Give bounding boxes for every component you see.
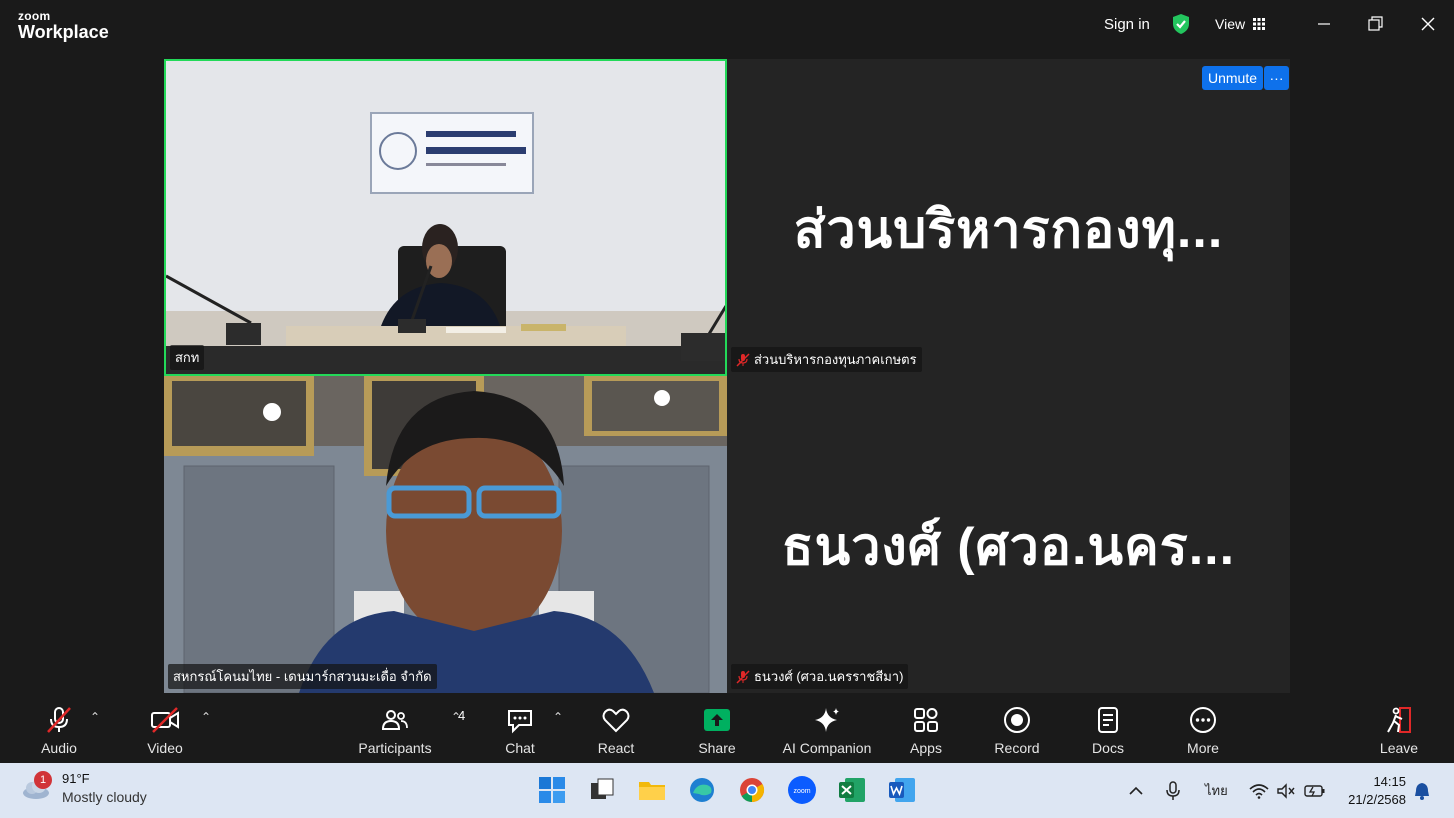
view-menu-button[interactable]: View: [1215, 0, 1266, 48]
apps-icon: [914, 708, 938, 732]
participant-video-feed: [164, 376, 727, 693]
participant-name: ธนวงศ์ (ศวอ.นครราชสีมา): [754, 669, 904, 684]
mic-muted-icon: [736, 352, 750, 367]
weather-description: Mostly cloudy: [62, 789, 147, 805]
video-off-icon: [151, 707, 179, 733]
leave-label: Leave: [1379, 740, 1419, 756]
react-button[interactable]: React: [561, 704, 671, 756]
close-window-icon[interactable]: [1418, 14, 1438, 34]
ai-companion-button[interactable]: AI Companion: [772, 704, 882, 756]
heart-icon: [602, 708, 630, 733]
video-tile-participant[interactable]: สหกรณ์โคนมไทย - เดนมาร์กสวนมะเดื่อ จำกัด: [164, 376, 727, 693]
participant-name: ส่วนบริหารกองทุนภาคเกษตร: [754, 352, 917, 367]
tile-more-options-button[interactable]: ···: [1264, 66, 1289, 90]
apps-label: Apps: [910, 740, 942, 756]
participant-name-label: สกท: [170, 345, 205, 370]
mic-muted-icon: [47, 707, 71, 733]
brand-top: zoom: [18, 9, 51, 23]
docs-button[interactable]: Docs: [1053, 704, 1163, 756]
task-view-icon[interactable]: [587, 775, 617, 805]
share-screen-icon: [704, 709, 730, 731]
participant-name-label: ธนวงศ์ (ศวอ.นครราชสีมา): [731, 664, 909, 689]
meeting-toolbar: Audio ⌃ Video ⌃ 4 Participants ⌃ Chat ⌃ …: [0, 696, 1454, 762]
sign-in-link[interactable]: Sign in: [1104, 0, 1150, 48]
share-label: Share: [698, 740, 736, 756]
meeting-stage: สกท ส่วนบริหารกองทุ... ส่วนบริหารกองทุนภ…: [164, 59, 1290, 693]
audio-options-chevron-up-icon[interactable]: ⌃: [90, 710, 100, 724]
participant-name: สหกรณ์โคนมไทย - เดนมาร์กสวนมะเดื่อ จำกัด: [173, 669, 432, 684]
share-button[interactable]: Share: [662, 704, 772, 756]
participants-icon: [381, 710, 408, 730]
more-label: More: [1187, 740, 1219, 756]
participant-name: สกท: [175, 350, 200, 365]
ai-companion-label: AI Companion: [782, 740, 872, 756]
video-tile-name-only[interactable]: ธนวงศ์ (ศวอ.นคร... ธนวงศ์ (ศวอ.นครราชสีม…: [727, 376, 1290, 693]
battery-icon[interactable]: [1304, 763, 1326, 818]
system-clock[interactable]: 14:15 21/2/2568: [1340, 773, 1406, 809]
more-icon: [1190, 707, 1216, 733]
audio-label: Audio: [41, 740, 77, 756]
react-label: React: [597, 740, 635, 756]
video-tile-name-only[interactable]: ส่วนบริหารกองทุ... ส่วนบริหารกองทุนภาคเก…: [727, 59, 1290, 376]
clock-date: 21/2/2568: [1348, 792, 1406, 807]
leave-button[interactable]: Leave: [1344, 704, 1454, 756]
wifi-icon[interactable]: [1249, 763, 1269, 818]
participant-display-name: ธนวงศ์ (ศวอ.นคร...: [781, 518, 1236, 576]
weather-notification-badge: 1: [34, 771, 52, 789]
edge-browser-icon[interactable]: [687, 775, 717, 805]
excel-icon[interactable]: [837, 775, 867, 805]
restore-window-icon[interactable]: [1366, 14, 1386, 34]
show-hidden-icons-chevron-up-icon[interactable]: [1128, 763, 1144, 818]
zoom-app-icon[interactable]: zoom: [787, 775, 817, 805]
participants-options-chevron-up-icon[interactable]: ⌃: [451, 710, 461, 724]
zoom-logo: zoom Workplace: [18, 10, 109, 41]
docs-label: Docs: [1092, 740, 1124, 756]
more-button[interactable]: More: [1148, 704, 1258, 756]
view-label: View: [1215, 16, 1246, 32]
participant-name-label: ส่วนบริหารกองทุนภาคเกษตร: [731, 347, 922, 372]
minimize-window-icon[interactable]: [1314, 14, 1334, 34]
participants-button[interactable]: 4 Participants: [340, 704, 465, 756]
clock-time: 14:15: [1373, 774, 1406, 789]
word-icon[interactable]: [887, 775, 917, 805]
notification-bell-icon[interactable]: [1413, 763, 1431, 818]
video-label: Video: [147, 740, 183, 756]
grid-icon: [1253, 18, 1266, 30]
record-label: Record: [994, 740, 1040, 756]
document-icon: [1098, 707, 1118, 733]
volume-muted-icon[interactable]: [1276, 763, 1296, 818]
svg-text:zoom: zoom: [793, 788, 810, 795]
os-taskbar: 91°F Mostly cloudy 1 zoom ไทย 14:15 21/2…: [0, 763, 1454, 818]
file-explorer-icon[interactable]: [637, 775, 667, 805]
participant-name-label: สหกรณ์โคนมไทย - เดนมาร์กสวนมะเดื่อ จำกัด: [168, 664, 437, 689]
video-tile-active-speaker[interactable]: สกท: [164, 59, 727, 376]
brand-bottom: Workplace: [18, 22, 109, 42]
windows-start-icon[interactable]: [537, 775, 567, 805]
participants-label: Participants: [358, 740, 432, 756]
input-language-indicator[interactable]: ไทย: [1205, 763, 1228, 818]
record-icon: [1004, 707, 1030, 733]
sparkle-icon: [815, 708, 839, 732]
chat-icon: [508, 710, 532, 734]
chat-label: Chat: [505, 740, 535, 756]
chrome-browser-icon[interactable]: [737, 775, 767, 805]
leave-icon: [1387, 707, 1411, 733]
participant-display-name: ส่วนบริหารกองทุ...: [793, 201, 1224, 259]
title-bar: zoom Workplace Sign in View: [0, 0, 1454, 52]
microphone-tray-icon[interactable]: [1165, 763, 1181, 818]
weather-temperature: 91°F: [62, 771, 90, 786]
office-video-feed: [166, 61, 725, 374]
security-shield-icon[interactable]: [1171, 0, 1191, 48]
video-options-chevron-up-icon[interactable]: ⌃: [201, 710, 211, 724]
unmute-button[interactable]: Unmute: [1202, 66, 1264, 90]
mic-muted-icon: [736, 669, 750, 684]
